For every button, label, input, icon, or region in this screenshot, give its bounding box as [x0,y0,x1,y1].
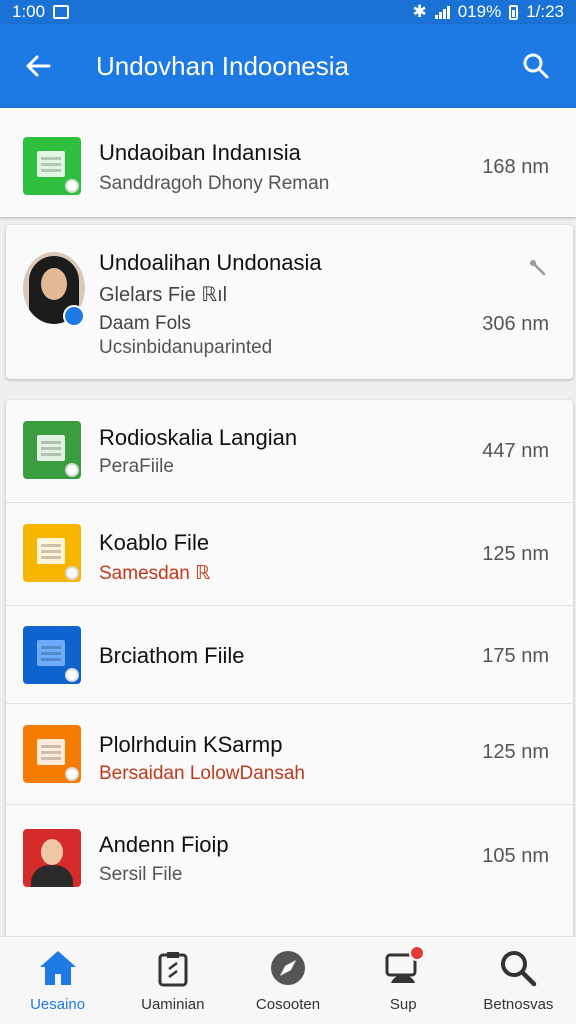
nav-label: Cosooten [255,996,321,1013]
file-title: Andenn Fioip [99,832,229,857]
file-title: Undoalihan Undonasia [99,250,322,275]
home-icon [38,948,78,988]
file-subtitle: Samesdan ℝ [99,563,211,584]
search-icon [498,948,538,988]
screenshot-icon [53,5,70,19]
file-size: 175 nm [482,645,549,667]
nav-documents[interactable]: Uaminian [115,937,230,1024]
signal-icon [434,5,450,19]
arrow-back-icon [26,55,51,77]
bottom-nav: Uesaino Uaminian Cosooten Sup Betnosvas [0,936,576,1024]
person-icon [23,829,81,887]
file-title: Undaoiban Indanısia [99,140,301,165]
back-button[interactable] [0,24,76,108]
nav-label: Sup [389,996,417,1013]
nav-discover[interactable]: Cosooten [230,937,345,1024]
spreadsheet-icon [23,137,81,195]
list-item[interactable]: Andenn Fioip Sersil File 105 nm [6,805,573,908]
file-title: Rodioskalia Langian [99,425,298,450]
nav-home[interactable]: Uesaino [0,937,115,1024]
file-size: 168 nm [482,156,549,178]
file-size: 447 nm [482,440,549,462]
bluetooth-icon: ✱ [412,2,427,21]
file-title: Brciathom Fiile [99,643,245,668]
status-time: 1:00 [12,2,46,21]
app-bar: Undovhan Indoonesia [0,24,576,108]
file-subtitle: Sanddragoh Dhony Reman [99,173,330,194]
file-size: 306 nm [482,313,549,335]
list-item[interactable]: Plolrhduin KSarmp Bersaidan LolowDansah … [6,704,573,805]
nav-support[interactable]: Sup [346,937,461,1024]
notification-badge [408,945,425,961]
file-title: Koablo File [99,530,210,555]
file-card[interactable]: Undaoiban Indanısia Sanddragoh Dhony Rem… [0,108,576,217]
file-subtitle: Glelars Fie ℝıl [99,284,228,306]
search-icon [523,53,549,79]
file-title: Plolrhduin KSarmp [99,732,283,757]
list-item[interactable]: Brciathom Fiile 175 nm [6,606,573,704]
list-item[interactable]: Rodioskalia Langian PeraFiile 447 nm [6,400,573,503]
file-subtitle-2: Daam Fols [99,313,191,334]
file-subtitle-3: Ucsinbidanuparinted [99,337,273,358]
file-size: 125 nm [482,543,549,565]
file-subtitle: Bersaidan LolowDansah [99,763,305,784]
spreadsheet-icon [23,421,81,479]
file-subtitle: PeraFiile [99,456,174,477]
wrench-icon[interactable] [529,259,547,277]
battery-percent: 019% [457,2,502,21]
file-size: 125 nm [482,741,549,763]
document-icon [23,725,81,783]
file-size: 105 nm [482,845,549,867]
nav-search[interactable]: Betnosvas [461,937,576,1024]
status-clock: 1/:23 [526,2,564,21]
nav-label: Uaminian [141,996,205,1013]
status-bar: 1:00 ✱ 019% 1/:23 [0,0,576,24]
list-item[interactable]: Koablo File Samesdan ℝ 125 nm [6,503,573,606]
document-icon [23,524,81,582]
page-title: Undovhan Indoonesia [96,50,349,81]
search-button[interactable] [496,24,576,108]
profile-card[interactable]: Undoalihan Undonasia Glelars Fie ℝıl Daa… [6,225,573,379]
compass-icon [268,948,308,988]
battery-icon [509,4,519,20]
nav-label: Uesaino [30,996,86,1013]
document-icon [23,626,81,684]
nav-label: Betnosvas [483,996,554,1013]
document-icon [153,948,193,988]
verified-icon [63,305,85,327]
file-list: Rodioskalia Langian PeraFiile 447 nm Koa… [6,400,573,940]
file-subtitle: Sersil File [99,864,183,885]
